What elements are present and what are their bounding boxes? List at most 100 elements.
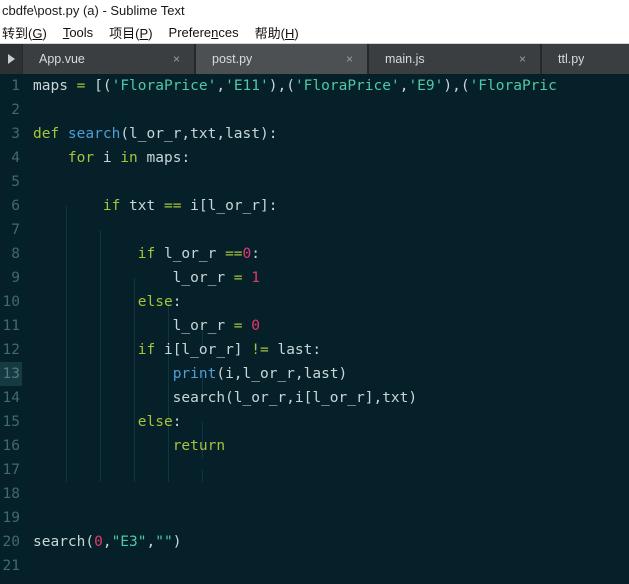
token: i xyxy=(94,150,121,166)
code-text: if txt == i[l_or_r]: xyxy=(33,194,278,218)
code-line[interactable]: 1 maps = [('FloraPrice','E11'),('FloraPri… xyxy=(0,74,629,98)
token: l_or_r xyxy=(33,318,234,334)
code-line[interactable]: 4 for i in maps: xyxy=(0,146,629,170)
token: last: xyxy=(268,342,322,358)
code-line[interactable]: 17 xyxy=(0,458,629,482)
token: maps: xyxy=(137,150,191,166)
token: : xyxy=(172,414,182,430)
line-number: 18 xyxy=(2,486,20,502)
token: 0 xyxy=(251,318,260,334)
line-number: 10 xyxy=(2,294,20,310)
code-text: maps = [('FloraPrice','E11'),('FloraPric… xyxy=(33,74,557,98)
token: == xyxy=(225,246,243,262)
line-number: 14 xyxy=(2,390,20,406)
code-line[interactable]: 3 def search(l_or_r,txt,last): xyxy=(0,122,629,146)
token: : xyxy=(172,294,182,310)
menu-bar: 转到(G) Tools 项目(P) Preferences 帮助(H) xyxy=(0,22,629,44)
token: search( xyxy=(33,534,95,550)
token: if xyxy=(102,198,121,214)
line-number: 5 xyxy=(11,174,20,190)
code-line[interactable]: 7 xyxy=(0,218,629,242)
code-text: l_or_r = 0 xyxy=(33,314,260,338)
token: l_or_r xyxy=(155,246,226,262)
code-line[interactable]: 10 else: xyxy=(0,290,629,314)
token: search xyxy=(67,126,121,142)
code-line[interactable]: 11 l_or_r = 0 xyxy=(0,314,629,338)
token: , xyxy=(102,534,112,550)
tab-ttl-py[interactable]: ttl.py xyxy=(541,44,629,74)
token: , xyxy=(146,534,156,550)
code-lines: 1 maps = [('FloraPrice','E11'),('FloraPri… xyxy=(0,74,629,584)
token: = xyxy=(233,270,243,286)
code-line[interactable]: 6 if txt == i[l_or_r]: xyxy=(0,194,629,218)
code-line[interactable]: 21 xyxy=(0,554,629,578)
tab-main-js[interactable]: main.js × xyxy=(368,44,541,74)
token: search(l_or_r,i[l_or_r],txt) xyxy=(33,390,418,406)
menu-item-2[interactable]: 项目(P) xyxy=(109,23,161,42)
code-text: print(i,l_or_r,last) xyxy=(33,362,348,386)
line-number: 15 xyxy=(2,414,20,430)
code-line[interactable]: 13 print(i,l_or_r,last) xyxy=(0,362,629,386)
line-number: 8 xyxy=(11,246,20,262)
code-line[interactable]: 18 xyxy=(0,482,629,506)
code-text: if l_or_r ==0: xyxy=(33,242,260,266)
code-line[interactable]: 14 search(l_or_r,i[l_or_r],txt) xyxy=(0,386,629,410)
line-number: 1 xyxy=(11,78,20,94)
code-line[interactable]: 20 search(0,"E3","") xyxy=(0,530,629,554)
code-text: if i[l_or_r] != last: xyxy=(33,338,321,362)
token: == xyxy=(163,198,182,214)
token: 1 xyxy=(251,270,260,286)
token: l_or_r xyxy=(33,270,234,286)
code-text: return xyxy=(33,434,225,458)
line-number: 17 xyxy=(2,462,20,478)
tab-post-py[interactable]: post.py × xyxy=(195,44,368,74)
token: 'FloraPrice' xyxy=(111,78,217,94)
code-editor[interactable]: 1 maps = [('FloraPrice','E11'),('FloraPri… xyxy=(0,74,629,584)
menu-item-4[interactable]: 帮助(H) xyxy=(255,23,308,42)
token: = xyxy=(233,318,243,334)
code-line[interactable]: 12 if i[l_or_r] != last: xyxy=(0,338,629,362)
code-text: l_or_r = 1 xyxy=(33,266,260,290)
token: 'E11' xyxy=(225,78,269,94)
tab-bar: App.vue × post.py × main.js × ttl.py xyxy=(0,44,629,74)
code-line[interactable]: 8 if l_or_r ==0: xyxy=(0,242,629,266)
menu-item-1[interactable]: Tools xyxy=(63,25,102,40)
token: 'E9' xyxy=(408,78,444,94)
close-icon[interactable]: × xyxy=(519,53,526,65)
token: i[l_or_r]: xyxy=(181,198,278,214)
window-title-bar: cbdfe\post.py (a) - Sublime Text xyxy=(0,0,629,22)
tab-label: App.vue xyxy=(39,52,85,66)
menu-item-0[interactable]: 转到(G) xyxy=(2,23,56,42)
token: "" xyxy=(155,534,173,550)
close-icon[interactable]: × xyxy=(346,53,353,65)
code-line[interactable]: 9 l_or_r = 1 xyxy=(0,266,629,290)
code-text: else: xyxy=(33,410,182,434)
tab-app-vue[interactable]: App.vue × xyxy=(22,44,195,74)
line-number: 4 xyxy=(11,150,20,166)
token: else xyxy=(137,414,173,430)
close-icon[interactable]: × xyxy=(173,53,180,65)
token: ) xyxy=(172,534,182,550)
code-line[interactable]: 5 xyxy=(0,170,629,194)
token: for xyxy=(67,150,95,166)
code-line[interactable]: 15 else: xyxy=(0,410,629,434)
code-text: search(l_or_r,i[l_or_r],txt) xyxy=(33,386,417,410)
tab-label: post.py xyxy=(212,52,253,66)
code-line[interactable]: 16 return xyxy=(0,434,629,458)
code-line[interactable]: 2 xyxy=(0,98,629,122)
token: i[l_or_r] xyxy=(155,342,252,358)
code-line[interactable]: 19 xyxy=(0,506,629,530)
token: != xyxy=(251,342,269,358)
menu-item-3[interactable]: Preferences xyxy=(169,25,248,40)
line-number: 9 xyxy=(11,270,20,286)
triangle-right-icon[interactable] xyxy=(0,44,22,74)
line-number: 2 xyxy=(11,102,20,118)
token: [( xyxy=(85,78,112,94)
